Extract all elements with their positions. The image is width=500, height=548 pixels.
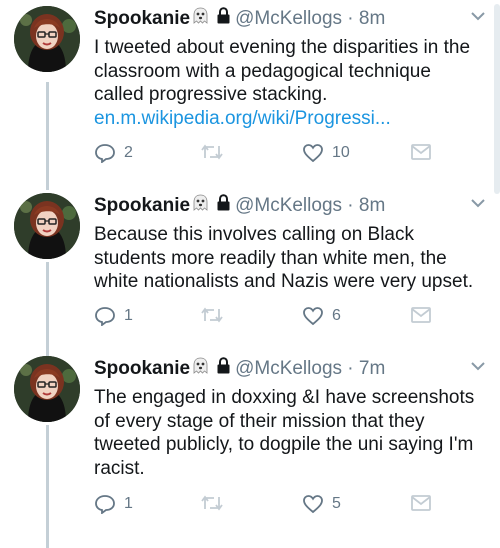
- tweet-header: Spookanie @McKellogs · 8m: [94, 6, 484, 32]
- thread-line: [46, 262, 49, 358]
- tweet-link[interactable]: en.m.wikipedia.org/wiki/Progressi...: [94, 107, 484, 131]
- avatar[interactable]: [14, 356, 80, 422]
- like-button[interactable]: 5: [302, 494, 341, 514]
- separator-dot: ·: [347, 358, 354, 380]
- tweet-text: I tweeted about evening the disparities …: [94, 36, 484, 130]
- reply-icon: [95, 307, 115, 326]
- tweet-text-line: I tweeted about evening the disparities …: [94, 37, 471, 58]
- like-count: 5: [332, 495, 341, 512]
- ghost-emoji-icon: [192, 193, 209, 219]
- chevron-down-icon[interactable]: [470, 195, 486, 213]
- display-name[interactable]: Spookanie: [94, 8, 190, 29]
- chevron-down-icon[interactable]: [470, 358, 486, 376]
- tweet-header: Spookanie @McKellogs · 8m: [94, 193, 484, 219]
- ghost-emoji-icon: [192, 6, 209, 32]
- chevron-down-icon[interactable]: [470, 8, 486, 26]
- lock-icon: [216, 6, 231, 32]
- user-handle[interactable]: @McKellogs: [235, 358, 342, 379]
- envelope-icon: [411, 307, 431, 323]
- user-handle[interactable]: @McKellogs: [235, 8, 342, 29]
- separator-dot: ·: [347, 8, 354, 30]
- avatar[interactable]: [14, 6, 80, 72]
- lock-icon: [216, 193, 231, 219]
- retweet-button[interactable]: [200, 143, 224, 161]
- scrollbar[interactable]: [494, 4, 500, 194]
- separator-dot: ·: [347, 195, 354, 217]
- heart-icon: [303, 495, 323, 514]
- tweet-actions: 1 5: [94, 494, 454, 518]
- reply-count: 1: [124, 495, 133, 512]
- lock-icon: [216, 356, 231, 382]
- reply-icon: [95, 495, 115, 514]
- avatar[interactable]: [14, 193, 80, 259]
- timestamp[interactable]: 8m: [359, 195, 385, 216]
- direct-message-button[interactable]: [410, 143, 432, 161]
- tweet-text-line: students more readily than white men, th…: [94, 247, 447, 269]
- tweet-text-line: classroom with a pedagogical technique: [94, 60, 431, 82]
- tweet-text-line: The engaged in doxxing &I have screensho…: [94, 387, 475, 408]
- reply-count: 2: [124, 144, 133, 161]
- retweet-icon: [201, 144, 223, 160]
- tweet-text-line: tweeted publicly, to dogpile the uni say…: [94, 434, 474, 455]
- reply-icon: [95, 144, 115, 163]
- like-count: 6: [332, 307, 341, 324]
- reply-button[interactable]: 1: [94, 306, 133, 326]
- tweet-text: The engaged in doxxing &I have screensho…: [94, 386, 484, 480]
- envelope-icon: [411, 144, 431, 160]
- tweet-text-line: Because this involves calling on Black: [94, 224, 415, 245]
- retweet-button[interactable]: [200, 306, 224, 324]
- tweet-text-line: racist.: [94, 457, 145, 479]
- timestamp[interactable]: 7m: [359, 358, 385, 379]
- heart-icon: [303, 307, 323, 326]
- thread-line: [46, 425, 49, 548]
- tweet-header: Spookanie @McKellogs · 7m: [94, 356, 484, 382]
- like-button[interactable]: 6: [302, 306, 341, 326]
- tweet-actions: 2 10: [94, 143, 454, 167]
- tweet-text-line: of every stage of their mission that the…: [94, 410, 425, 432]
- like-button[interactable]: 10: [302, 143, 350, 163]
- tweet-text: Because this involves calling on Black s…: [94, 223, 484, 294]
- tweet-text-line: white nationalists and Nazis were very u…: [94, 271, 474, 292]
- heart-icon: [303, 144, 323, 163]
- thread-line: [46, 82, 49, 190]
- like-count: 10: [332, 144, 350, 161]
- retweet-icon: [201, 495, 223, 511]
- reply-button[interactable]: 2: [94, 143, 133, 163]
- tweet-text-line: called progressive stacking.: [94, 84, 328, 105]
- display-name[interactable]: Spookanie: [94, 358, 190, 379]
- reply-button[interactable]: 1: [94, 494, 133, 514]
- reply-count: 1: [124, 307, 133, 324]
- display-name[interactable]: Spookanie: [94, 195, 190, 216]
- ghost-emoji-icon: [192, 356, 209, 382]
- direct-message-button[interactable]: [410, 494, 432, 512]
- user-handle[interactable]: @McKellogs: [235, 195, 342, 216]
- timestamp[interactable]: 8m: [359, 8, 385, 29]
- retweet-icon: [201, 307, 223, 323]
- direct-message-button[interactable]: [410, 306, 432, 324]
- retweet-button[interactable]: [200, 494, 224, 512]
- envelope-icon: [411, 495, 431, 511]
- tweet-actions: 1 6: [94, 306, 454, 330]
